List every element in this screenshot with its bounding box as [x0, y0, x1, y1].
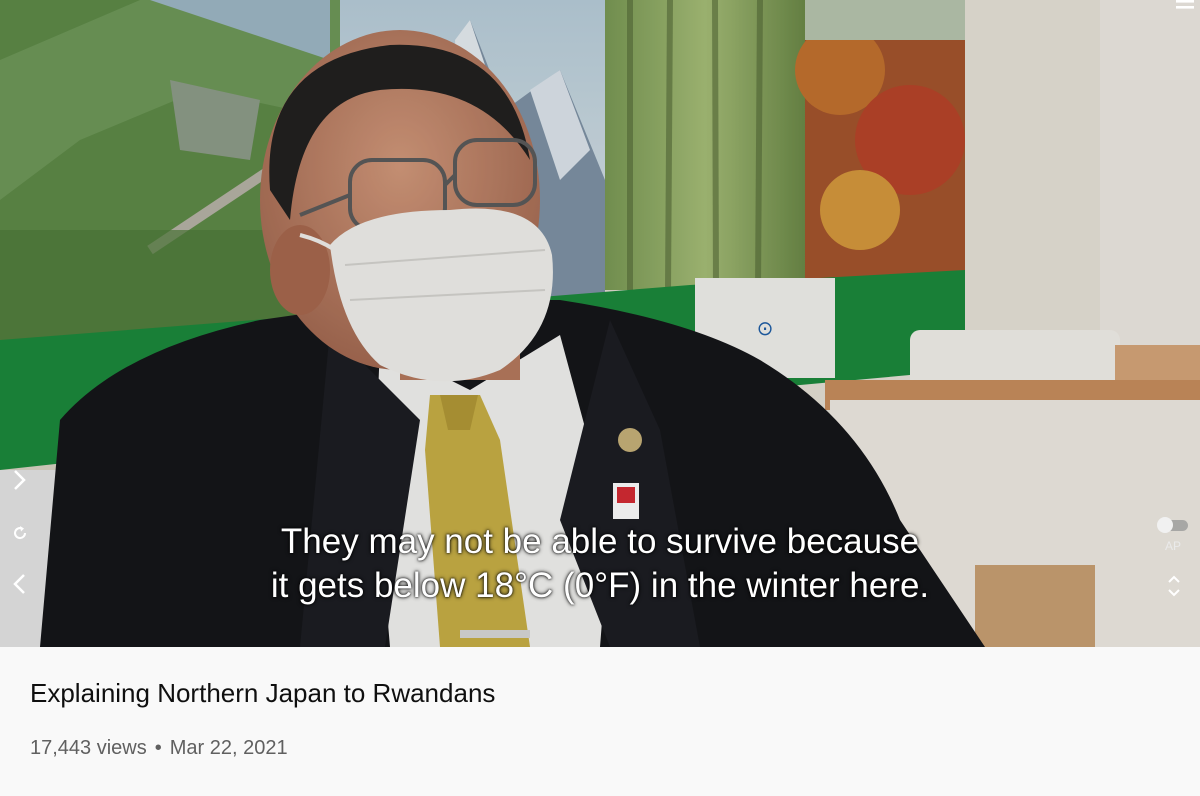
- chevron-right-icon[interactable]: [10, 468, 30, 492]
- caption-line-2: it gets below 18°C (0°F) in the winter h…: [270, 566, 930, 605]
- view-count: 17,443 views: [30, 737, 147, 759]
- subtitle-caption: They may not be able to survive because …: [0, 520, 1200, 608]
- autoplay-label: AP: [1164, 539, 1181, 553]
- autoplay-toggle-icon[interactable]: [1154, 514, 1190, 536]
- replay-icon[interactable]: [10, 523, 30, 543]
- hamburger-menu-icon[interactable]: [1170, 0, 1200, 14]
- chevron-left-icon[interactable]: [10, 572, 30, 596]
- meta-separator: •: [154, 737, 162, 759]
- video-details: [0, 647, 1200, 796]
- video-meta: 17,443 views • Mar 22, 2021: [30, 737, 288, 760]
- caption-line-1: They may not be able to survive because: [280, 522, 920, 561]
- video-title[interactable]: Explaining Northern Japan to Rwandans: [30, 678, 495, 709]
- expand-collapse-icon[interactable]: [1164, 573, 1184, 599]
- upload-date: Mar 22, 2021: [169, 737, 288, 759]
- video-player[interactable]: ⊙ They may not be able to survive becaus…: [0, 0, 1200, 647]
